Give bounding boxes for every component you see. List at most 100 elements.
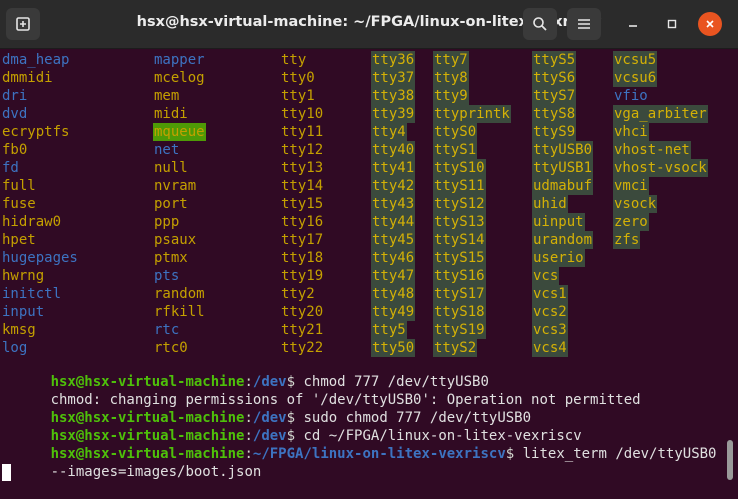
dev-entry: dvd (2, 106, 28, 122)
dev-entry: tty20 (281, 304, 324, 320)
dev-entry: net (154, 142, 180, 158)
hamburger-icon (578, 19, 590, 29)
dev-entry: tty39 (371, 105, 416, 123)
dev-entry: udmabuf (532, 177, 594, 195)
scrollbar-thumb[interactable] (727, 440, 733, 480)
dev-entry: ttyS18 (433, 303, 486, 321)
dev-entry: ttyS14 (433, 231, 486, 249)
history-line: hsx@hsx-virtual-machine:/dev$ sudo chmod… (50, 410, 532, 426)
dev-entry: nvram (154, 178, 197, 194)
dev-entry: vhci (613, 123, 649, 141)
text-cursor (2, 464, 11, 481)
dev-entry: hwrng (2, 268, 45, 284)
history-line: hsx@hsx-virtual-machine:/dev$ chmod 777 … (50, 374, 489, 390)
dev-entry: ttyS10 (433, 159, 486, 177)
dev-entry: hugepages (2, 250, 78, 266)
dev-entry: tty38 (371, 87, 416, 105)
dev-entry: tty16 (281, 214, 324, 230)
dev-entry: tty12 (281, 142, 324, 158)
command-continuation: --images=images/boot.json (50, 464, 262, 480)
dev-entry: ttyUSB1 (532, 159, 594, 177)
close-button[interactable] (698, 12, 722, 36)
dev-entry: ttyS1 (433, 141, 478, 159)
dev-entry: vcsu5 (613, 51, 658, 69)
dev-entry: hidraw0 (2, 214, 62, 230)
dev-entry: ttyS11 (433, 177, 486, 195)
dev-entry: ttyS0 (433, 123, 478, 141)
menu-button[interactable] (567, 8, 601, 40)
dev-entry: mem (154, 88, 180, 104)
command-text: litex_term /dev/ttyUSB0 (522, 446, 717, 462)
dev-entry: tty42 (371, 177, 416, 195)
dev-entry: dmmidi (2, 70, 53, 86)
dev-entry: ttyS13 (433, 213, 486, 231)
dev-entry: null (154, 160, 188, 176)
dev-entry: tty10 (281, 106, 324, 122)
prompt-path: ~/FPGA/linux-on-litex-vexriscv (252, 446, 506, 462)
dev-entry: vmci (613, 177, 649, 195)
dev-entry: tty13 (281, 160, 324, 176)
dev-entry: pts (154, 268, 180, 284)
dev-entry: port (154, 196, 188, 212)
dev-entry: rfkill (154, 304, 205, 320)
dev-entry: full (2, 178, 36, 194)
dev-entry: tty9 (433, 87, 469, 105)
dev-entry: tty47 (371, 267, 416, 285)
dev-entry: ttyUSB0 (532, 141, 594, 159)
dev-entry: zfs (613, 231, 641, 249)
terminal-output[interactable]: dma_heap mapper tty tty36 tty7 ttyS5 vcsu5 dmmi… (0, 49, 738, 484)
dev-entry: tty (281, 52, 307, 68)
dev-entry: ttyS19 (433, 321, 486, 339)
dev-entry: mapper (154, 52, 205, 68)
dev-entry: userio (532, 249, 585, 267)
dev-entry: dri (2, 88, 28, 104)
history-line: hsx@hsx-virtual-machine:/dev$ cd ~/FPGA/… (50, 428, 582, 444)
dev-entry: vsock (613, 195, 658, 213)
close-icon (706, 20, 714, 28)
search-button[interactable] (523, 8, 557, 40)
dev-entry: tty40 (371, 141, 416, 159)
dev-entry: uinput (532, 213, 585, 231)
dev-entry: vcs4 (532, 339, 568, 357)
dev-entry: vga_arbiter (613, 105, 708, 123)
error-output: chmod: changing permissions of '/dev/tty… (50, 392, 641, 408)
dev-entry: uhid (532, 195, 568, 213)
dev-entry: tty37 (371, 69, 416, 87)
dev-entry: vcs3 (532, 321, 568, 339)
dev-entry: tty5 (371, 321, 407, 339)
dev-entry: ecryptfs (2, 124, 70, 140)
dev-entry: urandom (532, 231, 594, 249)
dev-entry: tty21 (281, 322, 324, 338)
minimize-button[interactable] (621, 12, 645, 36)
dev-entry: fb0 (2, 142, 28, 158)
dev-entry: vcs (532, 267, 560, 285)
dev-entry: vfio (614, 88, 648, 104)
search-icon (533, 17, 547, 31)
dev-entry: vcsu6 (613, 69, 658, 87)
dev-entry: zero (613, 213, 649, 231)
maximize-icon (667, 19, 677, 29)
minimize-icon (629, 25, 637, 27)
dev-entry: tty46 (371, 249, 416, 267)
dev-entry: initctl (2, 286, 62, 302)
dev-entry: vcs2 (532, 303, 568, 321)
dev-entry: ttyS9 (532, 123, 577, 141)
dev-entry: tty43 (371, 195, 416, 213)
dev-entry: tty14 (281, 178, 324, 194)
dev-entry: tty15 (281, 196, 324, 212)
dev-entry: ptmx (154, 250, 188, 266)
dev-entry: tty19 (281, 268, 324, 284)
dev-entry: ttyS6 (532, 69, 577, 87)
dev-entry: ttyS12 (433, 195, 486, 213)
dev-entry: random (154, 286, 205, 302)
dev-entry: ttyS5 (532, 51, 577, 69)
dev-entry: tty45 (371, 231, 416, 249)
maximize-button[interactable] (660, 12, 684, 36)
dev-entry: rtc (154, 322, 180, 338)
dev-entry: ttyS16 (433, 267, 486, 285)
dev-entry: tty0 (281, 70, 315, 86)
dev-entry: vcs1 (532, 285, 568, 303)
dev-entry: tty48 (371, 285, 416, 303)
dev-entry: tty8 (433, 69, 469, 87)
dev-entry: tty2 (281, 286, 315, 302)
